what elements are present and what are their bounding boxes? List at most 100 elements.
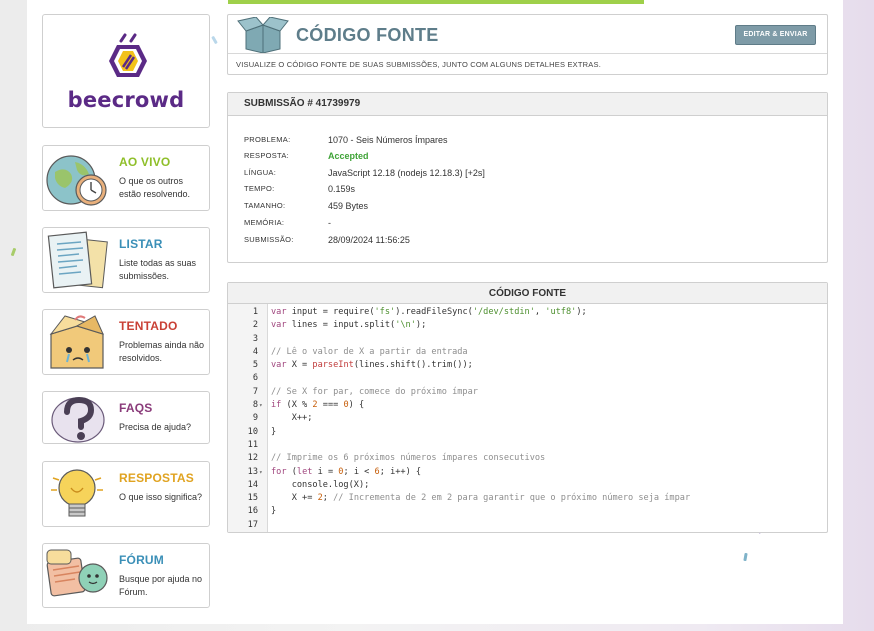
sidebar-item-desc: Problemas ainda não resolvidos. <box>119 340 205 363</box>
info-value: 0.159s <box>328 184 356 194</box>
code-text: if (X % 2 === 0) { <box>271 400 365 411</box>
code-editor[interactable]: 1 var input = require('fs').readFileSync(… <box>228 306 827 532</box>
confetti <box>10 247 17 257</box>
crying-box-icon <box>49 315 104 369</box>
code-line: 13 ▾ for (let i = 0; i < 6; i++) { <box>228 466 827 479</box>
line-number: 12 <box>247 453 258 464</box>
code-line: 16} <box>228 505 827 518</box>
sidebar-item-desc: Liste todas as suas submissões. <box>119 258 197 281</box>
light-bulb-icon <box>51 469 103 517</box>
info-value: 459 Bytes <box>328 201 369 211</box>
page-subtitle: VISUALIZE O CÓDIGO FONTE DE SUAS SUBMISS… <box>228 53 827 75</box>
code-text: for (let i = 0; i < 6; i++) { <box>271 466 422 477</box>
info-label: MEMÓRIA: <box>244 218 285 227</box>
sidebar-item-tentado[interactable]: TENTADO Problemas ainda não resolvidos. <box>42 309 210 375</box>
code-line: 3 <box>228 333 827 346</box>
line-number: 2 <box>252 320 258 331</box>
info-label: RESPOSTA: <box>244 151 290 160</box>
line-number: 17 <box>247 519 258 530</box>
papers-list-icon <box>47 231 108 289</box>
sidebar-item-title: LISTAR <box>119 237 163 251</box>
beecrowd-logo-icon <box>109 33 147 77</box>
code-line: 8 ▾ if (X % 2 === 0) { <box>228 399 827 412</box>
fold-arrow-icon[interactable]: ▾ <box>259 399 263 412</box>
page-title: CÓDIGO FONTE <box>296 25 439 45</box>
sidebar-item-desc: Busque por ajuda no Fórum. <box>119 574 203 597</box>
code-text: var lines = input.split('\n'); <box>271 320 427 331</box>
sidebar-item-forum[interactable]: FÓRUM Busque por ajuda no Fórum. <box>42 543 210 608</box>
code-line: 4 // Lê o valor de X a partir da entrada <box>228 346 827 359</box>
chat-bubbles-icon <box>46 549 108 597</box>
code-text: // Se X for par, comece do próximo ímpar <box>271 386 478 397</box>
brand-name: beecrowd <box>67 88 185 112</box>
sidebar-item-title: RESPOSTAS <box>119 471 194 485</box>
code-line: 1 var input = require('fs').readFileSync(… <box>228 306 827 319</box>
info-label: SUBMISSÃO: <box>244 235 294 244</box>
source-code-panel: CÓDIGO FONTE 1 var input = require('fs').… <box>227 282 828 533</box>
source-code-heading: CÓDIGO FONTE <box>228 283 827 304</box>
line-number: 14 <box>247 479 258 490</box>
code-line: 6 <box>228 372 827 385</box>
line-number: 7 <box>252 386 258 397</box>
sidebar-item-ao-vivo[interactable]: AO VIVO O que os outros estão resolvendo… <box>42 145 210 211</box>
line-number: 9 <box>252 413 258 424</box>
sidebar-item-title: AO VIVO <box>119 155 171 169</box>
code-line: 15 X += 2; // Incrementa de 2 em 2 para … <box>228 492 827 505</box>
problem-link[interactable]: 1070 - Seis Números Ímpares <box>328 134 448 146</box>
sidebar-item-desc: O que os outros estão resolvendo. <box>119 176 191 199</box>
info-value: - <box>328 218 331 228</box>
globe-clock-icon <box>46 155 107 206</box>
answer-status: Accepted <box>328 151 369 161</box>
brand-logo-card[interactable]: beecrowd <box>42 14 210 128</box>
info-label: PROBLEMA: <box>244 135 291 144</box>
line-number: 11 <box>247 439 258 450</box>
info-label: LÍNGUA: <box>244 168 277 177</box>
line-number: 8 <box>252 400 258 411</box>
sidebar-item-respostas[interactable]: RESPOSTAS O que isso significa? <box>42 461 210 527</box>
line-number: 10 <box>247 426 258 437</box>
line-number: 3 <box>252 333 258 344</box>
code-text: var X = parseInt(lines.shift().trim()); <box>271 360 473 371</box>
code-line: 14 console.log(X); <box>228 479 827 492</box>
code-text: // Lê o valor de X a partir da entrada <box>271 346 468 357</box>
page-header-panel: CÓDIGO FONTE EDITAR & ENVIAR VISUALIZE O… <box>227 14 828 75</box>
code-text: X += 2; // Incrementa de 2 em 2 para gar… <box>271 493 691 504</box>
top-progress-bar <box>228 0 644 4</box>
info-value: 28/09/2024 11:56:25 <box>328 235 410 245</box>
info-label: TEMPO: <box>244 184 275 193</box>
sidebar-item-title: TENTADO <box>119 319 178 333</box>
code-line: 10} <box>228 426 827 439</box>
line-number: 1 <box>252 307 258 317</box>
code-text: console.log(X); <box>271 479 370 490</box>
sidebar-item-faqs[interactable]: FAQS Precisa de ajuda? <box>42 391 210 444</box>
line-number: 13 <box>247 466 258 477</box>
line-number: 6 <box>252 373 258 384</box>
info-value: JavaScript 12.18 (nodejs 12.18.3) [+2s] <box>328 168 485 178</box>
code-line: 7 // Se X for par, comece do próximo ímpa… <box>228 386 827 399</box>
code-line: 17 <box>228 519 827 532</box>
sidebar-item-desc: O que isso significa? <box>119 492 203 502</box>
sidebar-item-listar[interactable]: LISTAR Liste todas as suas submissões. <box>42 227 210 293</box>
open-box-icon <box>237 17 289 53</box>
sidebar-item-title: FAQS <box>119 401 153 415</box>
code-text: X++; <box>271 413 313 424</box>
line-number: 5 <box>252 360 258 371</box>
fold-arrow-icon[interactable]: ▾ <box>259 466 263 479</box>
code-text: var input = require('fs').readFileSync('… <box>271 307 587 317</box>
code-text: } <box>271 426 277 437</box>
edit-and-submit-button[interactable]: EDITAR & ENVIAR <box>735 25 816 45</box>
code-line: 11 <box>228 439 827 452</box>
code-text: } <box>271 506 277 517</box>
sidebar-item-desc: Precisa de ajuda? <box>119 422 192 432</box>
code-line: 2 var lines = input.split('\n'); <box>228 319 827 332</box>
sidebar-item-title: FÓRUM <box>119 553 164 567</box>
code-text: // Imprime os 6 próximos números ímpares… <box>271 453 546 464</box>
line-number: 16 <box>247 506 258 517</box>
submission-details-panel: SUBMISSÃO # 41739979 PROBLEMA: 1070 - Se… <box>227 92 828 263</box>
question-mark-icon <box>51 396 105 443</box>
code-line: 5 var X = parseInt(lines.shift().trim()); <box>228 359 827 372</box>
submission-heading: SUBMISSÃO # 41739979 <box>228 93 827 116</box>
code-line: 12 // Imprime os 6 próximos números ímpar… <box>228 452 827 465</box>
line-number: 4 <box>252 346 258 357</box>
code-line: 9 X++; <box>228 412 827 425</box>
